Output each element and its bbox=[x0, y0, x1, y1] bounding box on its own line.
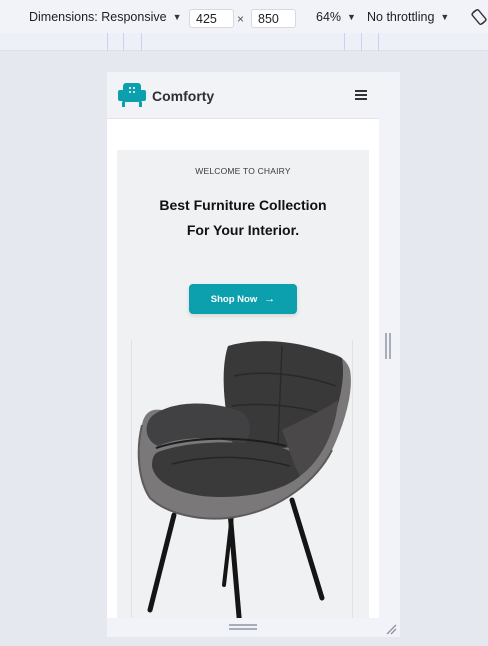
gray-armchair-image bbox=[137, 341, 351, 618]
dimensions-dropdown[interactable]: Dimensions: Responsive ▼ bbox=[29, 10, 181, 24]
bottom-resize-handle[interactable] bbox=[229, 624, 257, 630]
ruler-mark bbox=[378, 33, 379, 51]
arrow-right-icon: → bbox=[264, 293, 276, 305]
product-image-frame bbox=[131, 340, 353, 618]
hero-section: WELCOME TO CHAIRY Best Furniture Collect… bbox=[117, 150, 369, 618]
shop-now-label: Shop Now bbox=[210, 293, 258, 305]
times-sign: × bbox=[237, 12, 245, 26]
dimensions-label: Dimensions: Responsive bbox=[29, 10, 167, 24]
ruler-mark bbox=[123, 33, 124, 51]
page-viewport: Comforty WELCOME TO CHAIRY Best Furnitur… bbox=[107, 72, 379, 618]
media-query-ruler[interactable] bbox=[0, 33, 488, 51]
hero-eyebrow: WELCOME TO CHAIRY bbox=[195, 166, 291, 176]
chevron-down-icon: ▼ bbox=[172, 12, 182, 22]
corner-resize-handle[interactable] bbox=[383, 621, 397, 635]
site-header: Comforty bbox=[107, 72, 379, 119]
ruler-mark bbox=[107, 33, 108, 51]
ruler-mark bbox=[141, 33, 142, 51]
side-resize-handle[interactable] bbox=[385, 333, 391, 359]
throttling-label: No throttling bbox=[367, 10, 435, 24]
throttling-dropdown[interactable]: No throttling ▼ bbox=[367, 10, 449, 24]
hero-headline: Best Furniture Collection For Your Inter… bbox=[159, 197, 327, 238]
zoom-label: 64% bbox=[316, 10, 342, 24]
chevron-down-icon: ▼ bbox=[440, 12, 450, 22]
ruler-mark bbox=[361, 33, 362, 51]
hamburger-icon[interactable] bbox=[355, 90, 367, 100]
zoom-dropdown[interactable]: 64% ▼ bbox=[316, 10, 356, 24]
shop-now-button[interactable]: Shop Now → bbox=[189, 284, 297, 314]
chevron-down-icon: ▼ bbox=[347, 12, 356, 22]
device-toolbar: Dimensions: Responsive ▼ 425 × 850 64% ▼… bbox=[0, 0, 488, 33]
ruler-mark bbox=[344, 33, 345, 51]
rotate-icon[interactable] bbox=[470, 8, 488, 26]
brand-name[interactable]: Comforty bbox=[152, 88, 214, 104]
height-input[interactable]: 850 bbox=[251, 9, 296, 28]
device-frame: Comforty WELCOME TO CHAIRY Best Furnitur… bbox=[107, 72, 400, 637]
width-input[interactable]: 425 bbox=[189, 9, 234, 28]
armchair-icon[interactable] bbox=[117, 81, 147, 109]
